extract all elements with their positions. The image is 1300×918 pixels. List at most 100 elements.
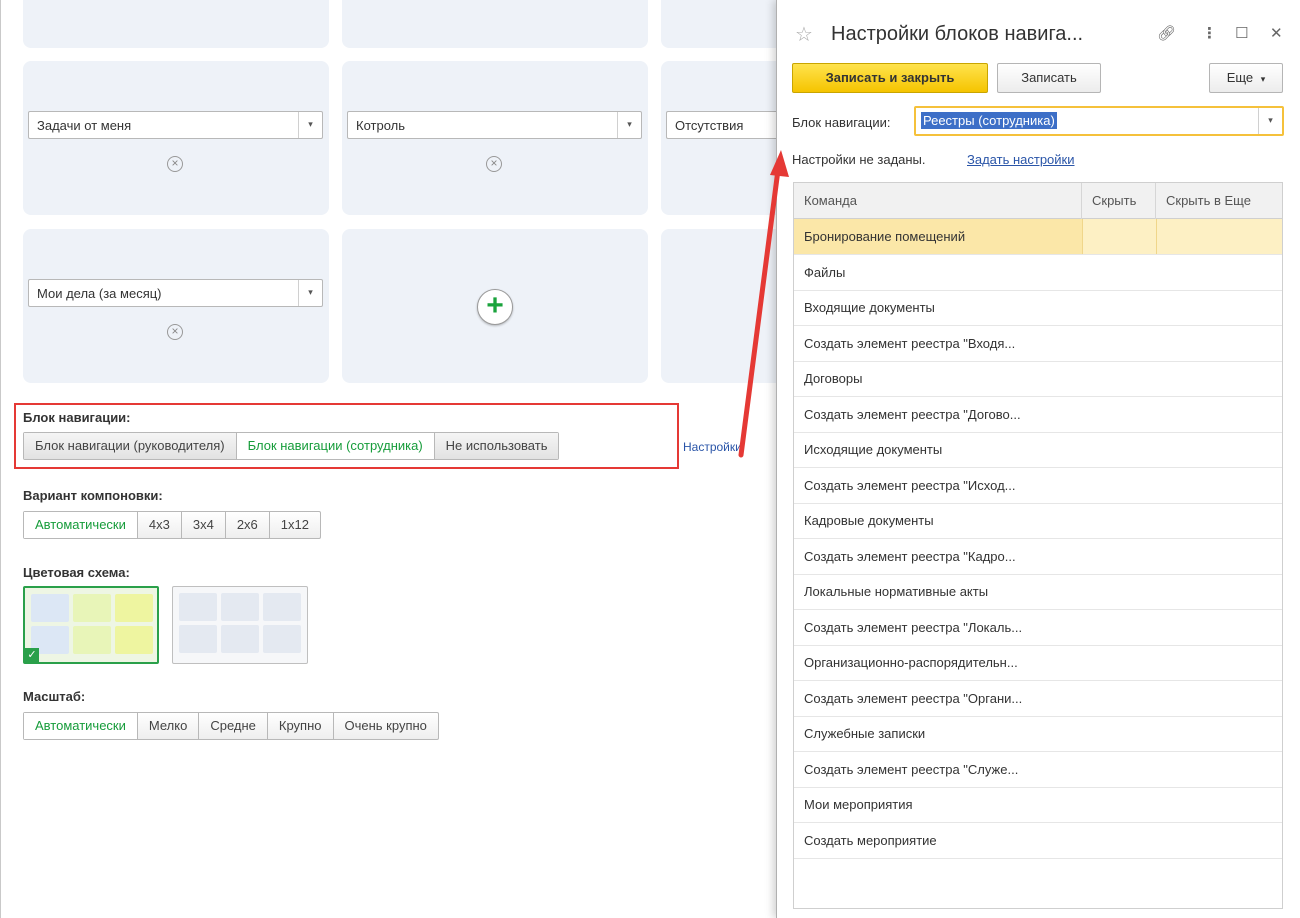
nav-block-option-employee[interactable]: Блок навигации (сотрудника) xyxy=(236,433,435,459)
table-row[interactable]: Создать элемент реестра "Входя... xyxy=(794,326,1282,362)
layout-option-2x6[interactable]: 2x6 xyxy=(226,512,270,538)
widget-select-3-1[interactable]: Мои дела (за месяц) ▾ xyxy=(28,279,323,307)
command-name: Создать элемент реестра "Кадро... xyxy=(804,548,1016,564)
table-row[interactable]: Кадровые документы xyxy=(794,503,1282,539)
column-header-hide-in-more[interactable]: Скрыть в Еще xyxy=(1156,183,1282,219)
table-row[interactable]: Создать мероприятие xyxy=(794,823,1282,859)
command-name: Мои мероприятия xyxy=(804,797,913,812)
command-name: Создать элемент реестра "Догово... xyxy=(804,406,1021,422)
close-icon[interactable]: ✕ xyxy=(1270,24,1283,42)
scale-selector: Автоматически Мелко Средне Крупно Очень … xyxy=(23,712,439,740)
grid-cell-3-3 xyxy=(661,229,791,383)
hide-in-more-cell[interactable] xyxy=(1156,219,1282,254)
scale-option-medium[interactable]: Средне xyxy=(199,713,268,739)
chevron-down-icon[interactable]: ▾ xyxy=(298,280,322,306)
layout-variant-label: Вариант компоновки: xyxy=(23,488,163,503)
add-widget-icon[interactable]: + xyxy=(477,289,513,325)
window-title: Настройки блоков навига... xyxy=(831,23,1084,45)
scale-option-small[interactable]: Мелко xyxy=(138,713,200,739)
command-name: Создать мероприятие xyxy=(804,832,937,848)
chevron-down-icon: ▾ xyxy=(1260,74,1266,84)
scale-label: Масштаб: xyxy=(23,689,86,704)
table-row[interactable]: Создать элемент реестра "Кадро... xyxy=(794,539,1282,575)
maximize-icon[interactable]: ☐ xyxy=(1235,24,1248,42)
color-scheme-gray-thumb[interactable] xyxy=(172,586,308,664)
remove-circle-icon[interactable]: × xyxy=(486,156,502,172)
command-name: Кадровые документы xyxy=(804,513,934,528)
nav-field-value: Реестры (сотрудника) xyxy=(921,112,1057,129)
layout-variant-selector: Автоматически 4x3 3x4 2x6 1x12 xyxy=(23,511,321,539)
more-button[interactable]: Еще ▾ xyxy=(1209,63,1283,93)
command-name: Файлы xyxy=(804,264,846,280)
widget-select-2-1[interactable]: Задачи от меня ▾ xyxy=(28,111,323,139)
nav-field-label: Блок навигации: xyxy=(792,115,891,130)
command-name: Создать элемент реестра "Локаль... xyxy=(804,619,1023,635)
chevron-down-icon[interactable]: ▾ xyxy=(1258,108,1282,134)
home-page-settings: Задачи от меня ▾ × Котроль ▾ × Отсутстви… xyxy=(0,0,791,918)
nav-block-option-manager[interactable]: Блок навигации (руководителя) xyxy=(24,433,237,459)
widget-select-2-3[interactable]: Отсутствия xyxy=(666,111,786,139)
layout-option-auto[interactable]: Автоматически xyxy=(24,512,138,538)
more-button-label: Еще xyxy=(1226,70,1254,85)
table-row[interactable]: Служебные записки xyxy=(794,716,1282,752)
color-scheme-green-thumb[interactable]: ✓ xyxy=(23,586,159,664)
chevron-down-icon[interactable]: ▾ xyxy=(617,112,641,138)
command-name: Организационно-распорядительн... xyxy=(804,655,1018,670)
command-name: Исходящие документы xyxy=(804,442,943,457)
table-row[interactable]: Создать элемент реестра "Органи... xyxy=(794,681,1282,717)
command-name: Входящие документы xyxy=(804,300,935,315)
widget-select-value: Отсутствия xyxy=(675,118,744,133)
chevron-down-icon[interactable]: ▾ xyxy=(298,112,322,138)
nav-block-label: Блок навигации: xyxy=(23,410,131,425)
column-header-command[interactable]: Команда xyxy=(794,183,1082,219)
command-name: Создать элемент реестра "Служе... xyxy=(804,761,1019,777)
widget-select-value: Котроль xyxy=(356,118,406,133)
link-icon[interactable]: 🔗︎ xyxy=(1157,24,1176,42)
more-vertical-icon[interactable]: ⋮ xyxy=(1202,24,1217,42)
command-name: Создать элемент реестра "Исход... xyxy=(804,477,1016,493)
table-row[interactable]: Файлы xyxy=(794,255,1282,291)
table-row[interactable]: Локальные нормативные акты xyxy=(794,574,1282,610)
table-row[interactable]: Создать элемент реестра "Служе... xyxy=(794,752,1282,788)
save-button[interactable]: Записать xyxy=(997,63,1101,93)
scale-option-auto[interactable]: Автоматически xyxy=(24,713,138,739)
widget-select-value: Задачи от меня xyxy=(37,118,132,133)
table-row[interactable]: Создать элемент реестра "Догово... xyxy=(794,397,1282,433)
table-header: Команда Скрыть Скрыть в Еще xyxy=(794,183,1282,219)
set-settings-link[interactable]: Задать настройки xyxy=(967,152,1075,167)
table-row[interactable]: Создать элемент реестра "Локаль... xyxy=(794,610,1282,646)
table-row[interactable]: Создать элемент реестра "Исход... xyxy=(794,468,1282,504)
scale-option-large[interactable]: Крупно xyxy=(268,713,334,739)
grid-cell-1-2 xyxy=(342,0,648,48)
grid-cell-1-3 xyxy=(661,0,791,48)
command-name: Создать элемент реестра "Входя... xyxy=(804,335,1016,351)
table-row[interactable]: Входящие документы xyxy=(794,290,1282,326)
nav-block-option-none[interactable]: Не использовать xyxy=(434,433,559,459)
remove-circle-icon[interactable]: × xyxy=(167,156,183,172)
column-header-hide[interactable]: Скрыть xyxy=(1082,183,1156,219)
command-name: Договоры xyxy=(804,371,863,386)
color-scheme-label: Цветовая схема: xyxy=(23,565,130,580)
grid-cell-1-1 xyxy=(23,0,329,48)
layout-option-1x12[interactable]: 1x12 xyxy=(270,512,320,538)
nav-field-input[interactable]: Реестры (сотрудника) ▾ xyxy=(914,106,1284,136)
table-row[interactable]: Бронирование помещений xyxy=(794,219,1282,255)
layout-option-4x3[interactable]: 4x3 xyxy=(138,512,182,538)
command-name: Служебные записки xyxy=(804,726,926,741)
command-name: Создать элемент реестра "Органи... xyxy=(804,690,1023,706)
command-name: Локальные нормативные акты xyxy=(804,584,989,599)
table-row[interactable]: Организационно-распорядительн... xyxy=(794,645,1282,681)
nav-settings-link[interactable]: Настройки xyxy=(683,440,742,454)
widget-select-value: Мои дела (за месяц) xyxy=(37,286,162,301)
table-row[interactable]: Договоры xyxy=(794,361,1282,397)
table-row[interactable]: Мои мероприятия xyxy=(794,787,1282,823)
checkmark-icon: ✓ xyxy=(25,648,39,662)
layout-option-3x4[interactable]: 3x4 xyxy=(182,512,226,538)
hide-cell[interactable] xyxy=(1082,219,1156,254)
remove-circle-icon[interactable]: × xyxy=(167,324,183,340)
widget-select-2-2[interactable]: Котроль ▾ xyxy=(347,111,642,139)
favorite-star-icon[interactable]: ☆ xyxy=(795,22,813,47)
table-row[interactable]: Исходящие документы xyxy=(794,432,1282,468)
scale-option-xlarge[interactable]: Очень крупно xyxy=(334,713,438,739)
save-and-close-button[interactable]: Записать и закрыть xyxy=(792,63,988,93)
